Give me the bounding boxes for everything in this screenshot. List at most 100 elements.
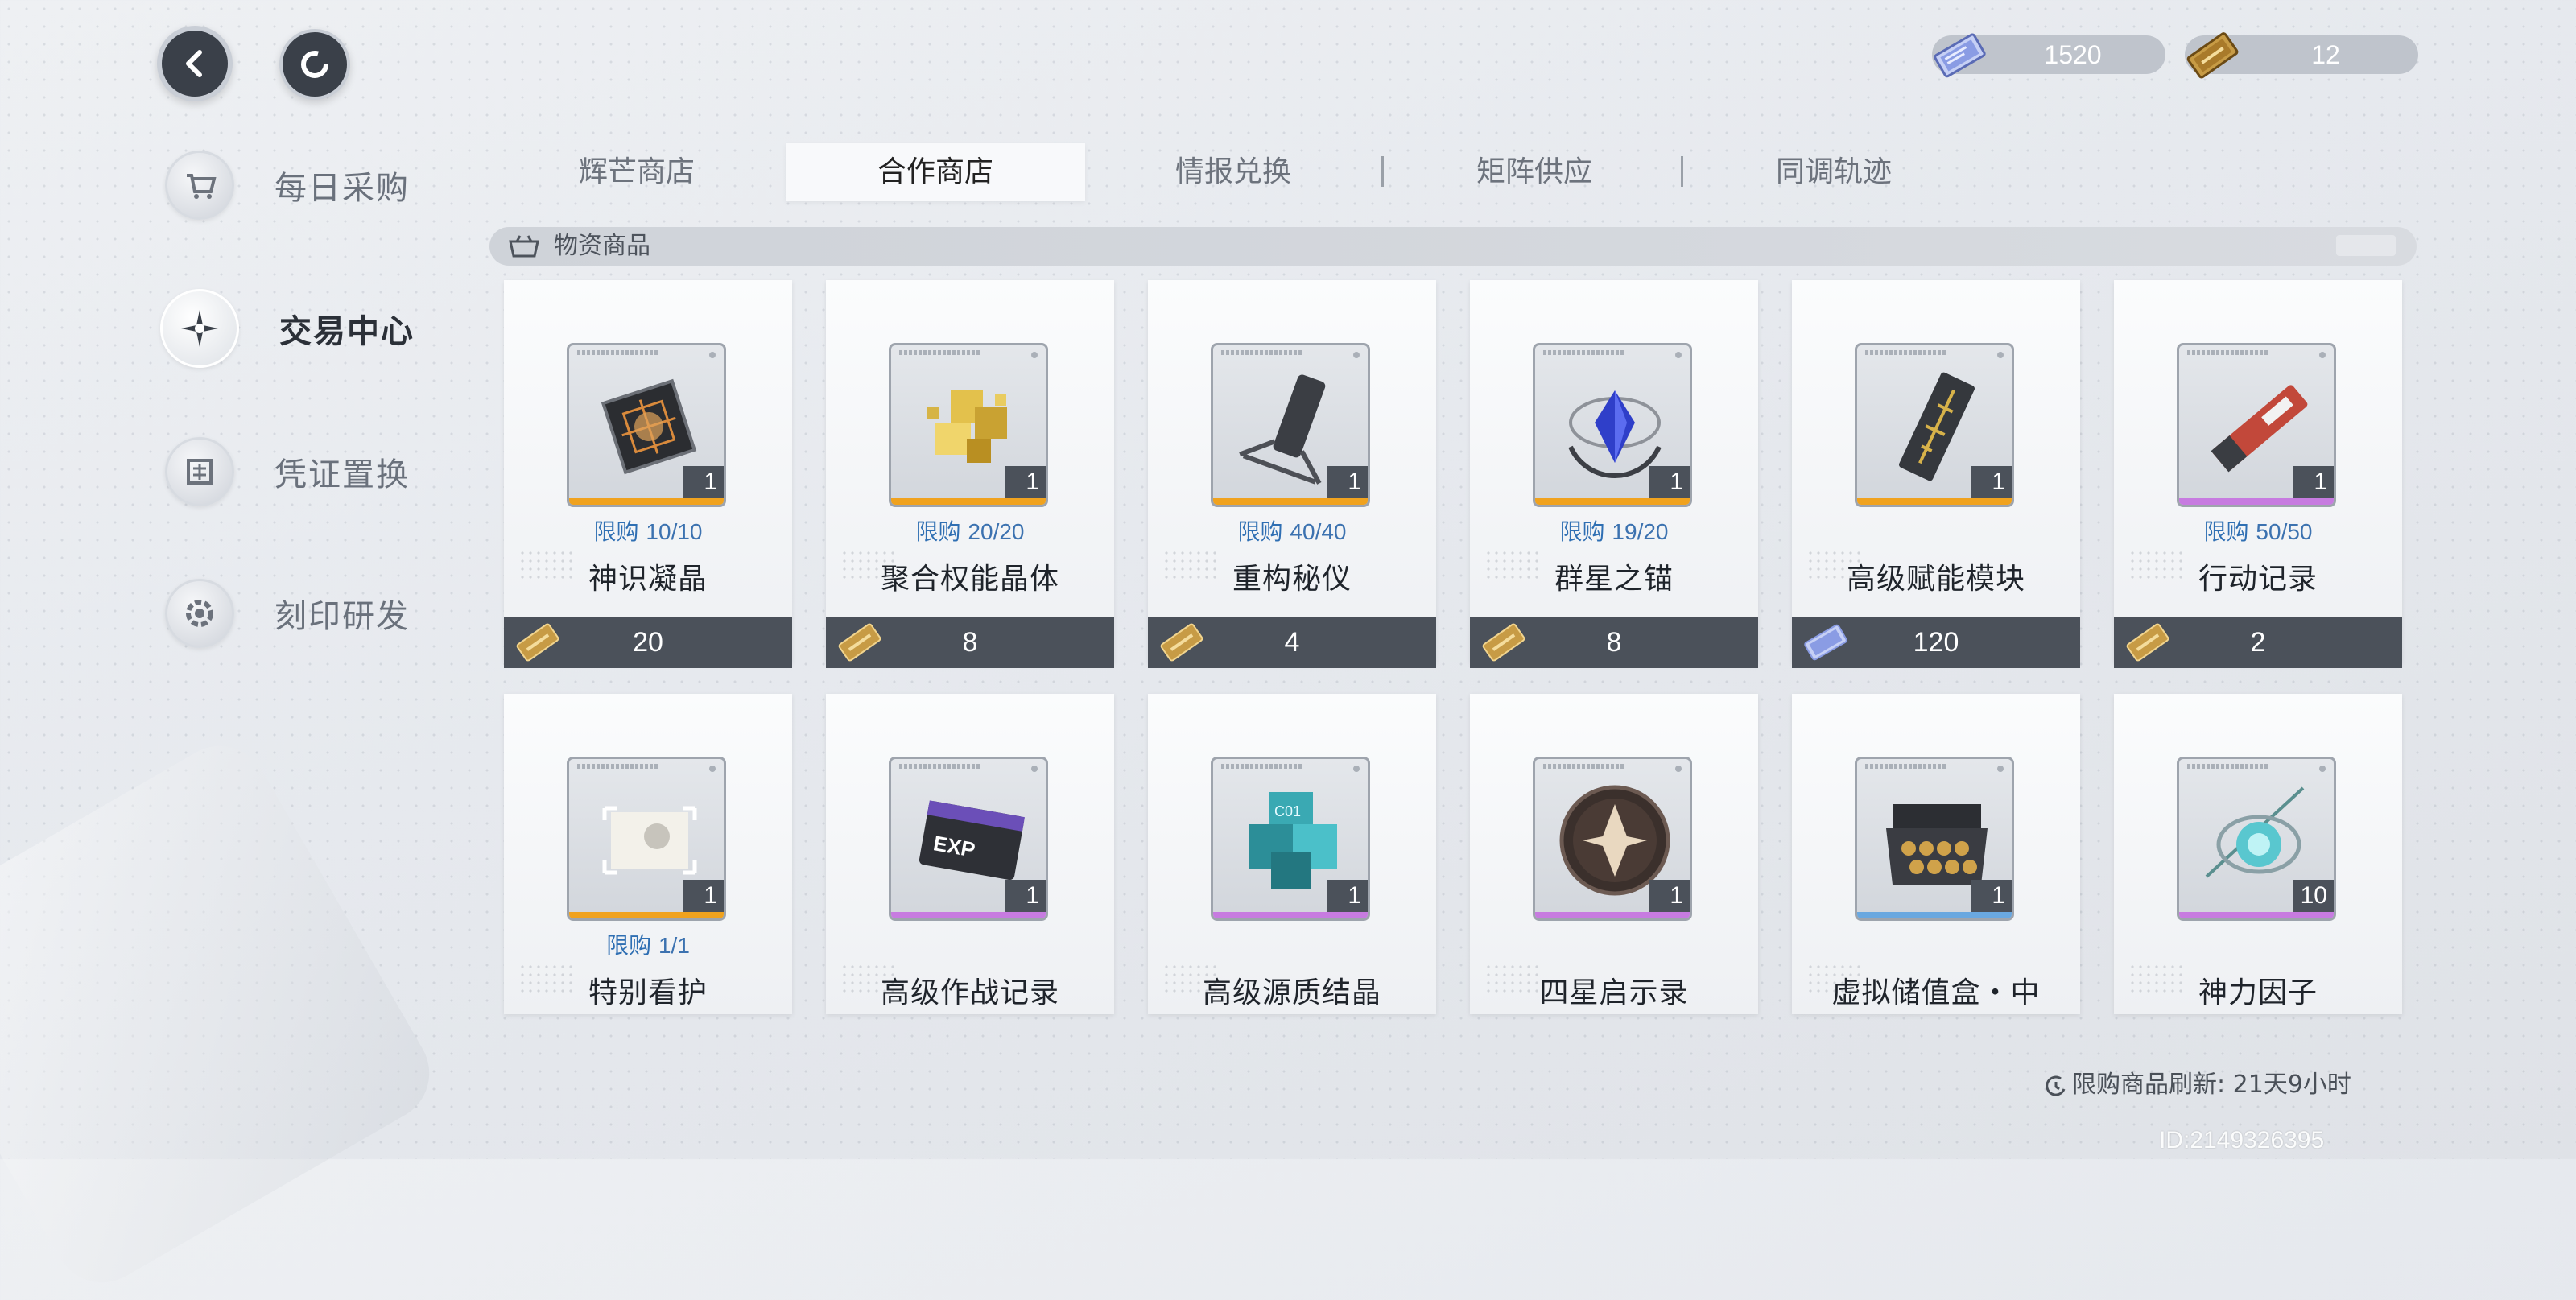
item-quantity: 1 [683,880,724,912]
item-thumbnail: 1 [1211,343,1370,507]
price-value: 4 [1284,627,1300,658]
price-bar[interactable]: 8 [1470,617,1758,668]
price-bar[interactable]: 8 [826,617,1114,668]
gold-ticket-icon [2186,32,2239,79]
section-tag [2336,235,2396,256]
compass-star-icon [160,289,239,368]
price-bar[interactable]: 4 [1148,617,1436,668]
item-card[interactable]: 10 神力因子 [2114,694,2402,1014]
item-thumbnail: 1 [567,757,726,921]
item-quantity: 1 [1971,466,2012,498]
item-thumbnail: 1 [2177,343,2336,507]
purchase-limit: 限购 50/50 [2203,518,2313,545]
item-card[interactable]: 1 限购 20/20 聚合权能晶体 [826,280,1114,663]
item-name: 高级赋能模块 [1846,563,2025,596]
quality-bar [1213,498,1368,505]
section-header: 物资商品 [489,227,2417,266]
item-thumbnail: C01 1 [1211,757,1370,921]
quality-bar [1857,498,2012,505]
price-bar[interactable]: 120 [1792,617,2080,668]
item-card[interactable]: EXP 1 高级作战记录 [826,694,1114,1014]
tab-cooperation-shop[interactable]: 合作商店 [786,143,1085,201]
item-name: 虚拟储值盒・中 [1831,976,2041,1009]
refresh-button[interactable] [279,29,350,100]
item-thumbnail: 1 [1533,343,1692,507]
item-thumbnail: 1 [1855,757,2014,921]
currency-crystal[interactable]: 1520 [1932,33,2165,78]
sidebar-item-voucher[interactable]: 凭证置换 [165,431,455,512]
item-card[interactable]: C01 1 高级源质结晶 [1148,694,1436,1014]
item-card[interactable]: 1 限购 10/10 神识凝晶 [504,280,792,663]
quality-bar [891,498,1046,505]
item-name: 重构秘仪 [1232,563,1352,596]
item-card[interactable]: 1 限购 50/50 行动记录 [2114,280,2402,663]
sidebar-item-daily[interactable]: 每日采购 [165,145,455,225]
item-quantity: 1 [1327,880,1368,912]
item-quantity: 1 [1649,466,1690,498]
gold-ticket-icon [1482,623,1525,662]
refresh-note-text: 限购商品刷新: 21天9小时 [2072,1071,2351,1099]
purchase-limit: 限购 19/20 [1559,518,1669,545]
price-bar[interactable]: 2 [2114,617,2402,668]
item-thumbnail: 1 [1533,757,1692,921]
quality-bar [569,912,724,918]
background-decoration [0,728,448,1300]
quality-bar [569,498,724,505]
item-quantity: 1 [1005,880,1046,912]
refresh-note: 限购商品刷新: 21天9小时 [2045,1064,2351,1100]
crystal-card-icon [1804,624,1847,661]
item-card[interactable]: 1 四星启示录 [1470,694,1758,1014]
item-quantity: 1 [1327,466,1368,498]
item-quantity: 1 [1005,466,1046,498]
price-value: 120 [1913,627,1959,658]
item-card[interactable]: 1 限购 19/20 群星之锚 [1470,280,1758,663]
purchase-limit: 限购 10/10 [593,518,703,545]
voucher-icon [165,437,234,506]
item-quantity: 1 [1971,880,2012,912]
item-name: 神识凝晶 [588,563,708,596]
sidebar-item-label: 交易中心 [279,313,415,350]
quality-bar [1857,912,2012,918]
currency-ticket-value: 12 [2311,40,2340,69]
item-name: 高级源质结晶 [1202,976,1381,1009]
refresh-icon [301,51,328,78]
item-name: 神力因子 [2198,976,2318,1009]
section-title: 物资商品 [554,232,650,260]
item-name: 行动记录 [2198,563,2318,596]
quality-bar [1535,498,1690,505]
item-thumbnail: 10 [2177,757,2336,921]
gear-icon [165,579,234,648]
item-card[interactable]: 1 限购 40/40 重构秘仪 [1148,280,1436,663]
item-thumbnail: EXP 1 [889,757,1048,921]
item-quantity: 1 [1649,880,1690,912]
price-value: 8 [1606,627,1622,658]
currency-ticket[interactable]: 12 [2185,32,2418,79]
tab-intel-exchange[interactable]: 情报兑换 [1084,143,1383,201]
back-arrow-icon [186,50,202,77]
tab-divider [1681,156,1683,187]
gold-ticket-icon [1160,623,1203,662]
gold-ticket-icon [838,623,881,662]
item-card[interactable]: 1 高级赋能模块 [1792,280,2080,663]
tab-matrix-supply[interactable]: 矩阵供应 [1385,143,1684,201]
price-bar[interactable]: 20 [504,617,792,668]
item-thumbnail: 1 [1855,343,2014,507]
gold-ticket-icon [2126,623,2169,662]
crystal-card-icon [1934,33,1986,78]
item-card[interactable]: 1 虚拟储值盒・中 [1792,694,2080,1014]
back-button[interactable] [157,26,233,101]
item-name: 群星之锚 [1554,563,1674,596]
sidebar-item-label: 刻印研发 [275,598,410,635]
quality-bar [1535,912,1690,918]
sidebar-item-engrave[interactable]: 刻印研发 [165,573,455,654]
item-thumbnail: 1 [567,343,726,507]
tab-huimang-shop[interactable]: 辉芒商店 [487,143,786,201]
cart-icon [165,151,234,220]
currency-crystal-value: 1520 [2044,40,2102,69]
item-card[interactable]: 1 限购 1/1 特别看护 [504,694,792,1014]
item-name: 聚合权能晶体 [880,563,1059,596]
item-thumbnail: 1 [889,343,1048,507]
tab-sync-trace[interactable]: 同调轨迹 [1684,143,1984,201]
sidebar-item-trade-center[interactable]: 交易中心 [160,288,455,369]
purchase-limit: 限购 40/40 [1237,518,1347,545]
